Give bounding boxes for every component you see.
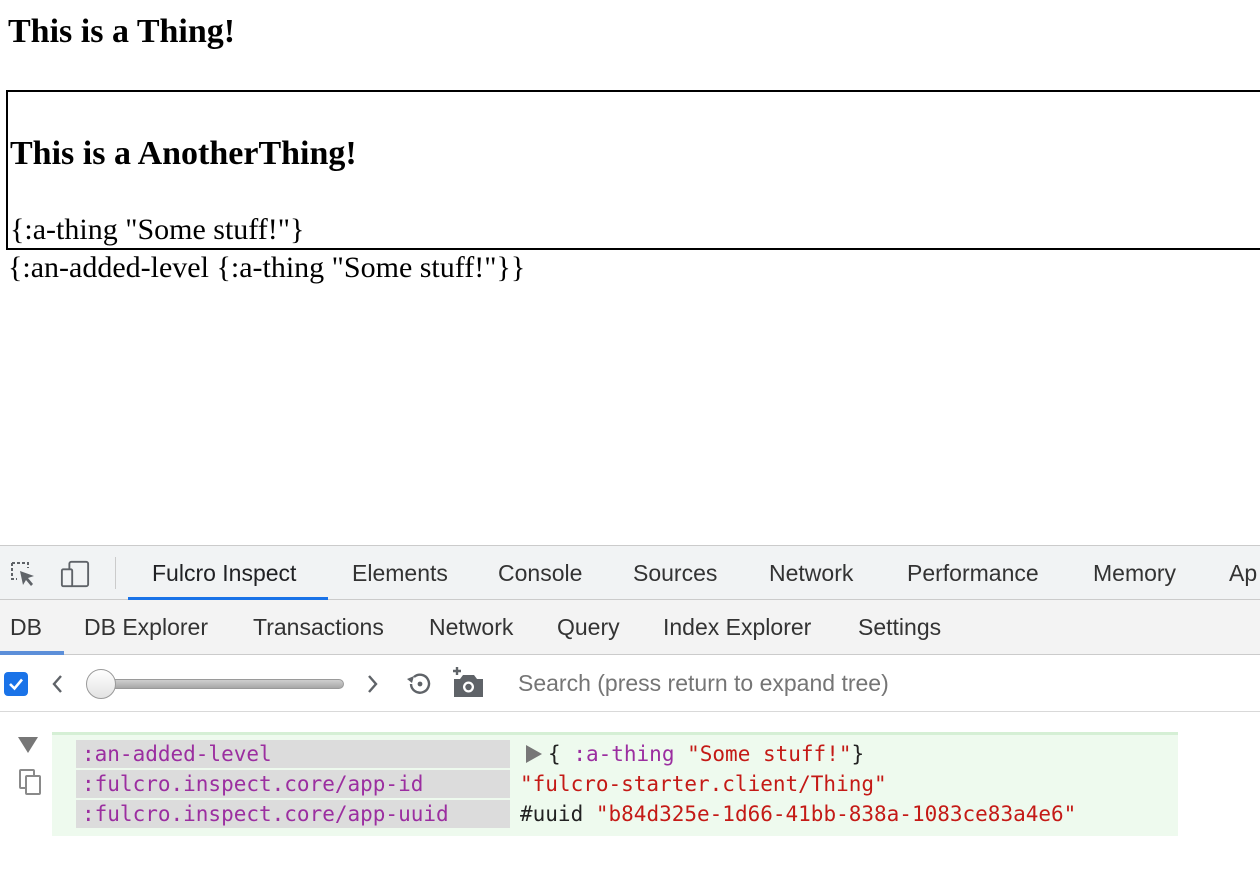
subtab-db-explorer[interactable]: DB Explorer — [84, 600, 208, 655]
device-toolbar-icon[interactable] — [60, 559, 90, 589]
db-key: :fulcro.inspect.core/app-uuid — [76, 800, 510, 828]
tab-console[interactable]: Console — [498, 546, 582, 600]
db-state-table: :an-added-level { :a-thing "Some stuff!"… — [52, 732, 1178, 836]
subtab-transactions[interactable]: Transactions — [253, 600, 384, 655]
camera-add-icon[interactable] — [450, 665, 486, 701]
subtab-settings[interactable]: Settings — [858, 600, 941, 655]
history-slider-handle[interactable] — [86, 669, 116, 699]
subtab-index-explorer[interactable]: Index Explorer — [663, 600, 811, 655]
thing-heading: This is a Thing! — [8, 13, 236, 50]
tab-application[interactable]: Ap — [1229, 546, 1257, 600]
uuid-value: "b84d325e-1d66-41bb-838a-1083ce83a4e6" — [595, 802, 1077, 826]
db-value: "fulcro-starter.client/Thing" — [520, 772, 887, 796]
devtools-panel: Fulcro Inspect Elements Console Sources … — [0, 545, 1260, 890]
db-row: :an-added-level { :a-thing "Some stuff!"… — [52, 740, 1178, 770]
tab-fulcro-inspect[interactable]: Fulcro Inspect — [152, 546, 296, 600]
devtools-main-toolbar: Fulcro Inspect Elements Console Sources … — [0, 546, 1260, 600]
triangle-right-icon[interactable] — [526, 745, 542, 763]
inspect-element-icon[interactable] — [8, 559, 38, 589]
history-slider[interactable] — [92, 679, 344, 689]
db-row: :fulcro.inspect.core/app-uuid #uuid "b84… — [52, 800, 1178, 830]
db-inner-key: :a-thing — [573, 742, 675, 766]
tab-elements[interactable]: Elements — [352, 546, 448, 600]
subtab-network[interactable]: Network — [429, 600, 513, 655]
open-brace: { — [548, 742, 561, 766]
thing-props: {:an-added-level {:a-thing "Some stuff!"… — [8, 251, 526, 284]
copy-icon[interactable] — [18, 768, 42, 796]
uuid-tag: #uuid — [520, 802, 584, 826]
db-value[interactable]: { :a-thing "Some stuff!"} — [520, 740, 864, 768]
tab-sources[interactable]: Sources — [633, 546, 717, 600]
subtab-db[interactable]: DB — [10, 600, 42, 655]
subtab-query[interactable]: Query — [557, 600, 620, 655]
checkmark-icon — [9, 678, 23, 691]
chevron-right-icon[interactable] — [360, 669, 384, 699]
another-thing-box: This is a AnotherThing! {:a-thing "Some … — [6, 90, 1260, 250]
db-state-view: :an-added-level { :a-thing "Some stuff!"… — [0, 712, 1260, 890]
history-toolbar — [0, 655, 1260, 712]
db-row: :fulcro.inspect.core/app-id "fulcro-star… — [52, 770, 1178, 800]
chevron-left-icon[interactable] — [46, 669, 70, 699]
db-inner-value: "Some stuff!" — [687, 742, 852, 766]
search-input[interactable] — [508, 663, 1208, 703]
history-reset-icon[interactable] — [402, 669, 436, 699]
db-value: #uuid "b84d325e-1d66-41bb-838a-1083ce83a… — [520, 800, 1076, 828]
triangle-down-icon[interactable] — [16, 734, 40, 756]
tab-memory[interactable]: Memory — [1093, 546, 1176, 600]
toolbar-separator — [115, 557, 116, 589]
tab-performance[interactable]: Performance — [907, 546, 1039, 600]
tab-network[interactable]: Network — [769, 546, 853, 600]
db-key: :an-added-level — [76, 740, 510, 768]
another-thing-props: {:a-thing "Some stuff!"} — [10, 213, 305, 246]
app-page: This is a Thing! This is a AnotherThing!… — [0, 0, 1260, 545]
inspect-sub-toolbar: DB DB Explorer Transactions Network Quer… — [0, 600, 1260, 655]
another-thing-heading: This is a AnotherThing! — [10, 135, 357, 172]
db-key: :fulcro.inspect.core/app-id — [76, 770, 510, 798]
watch-checkbox[interactable] — [4, 672, 28, 696]
close-brace: } — [851, 742, 865, 766]
